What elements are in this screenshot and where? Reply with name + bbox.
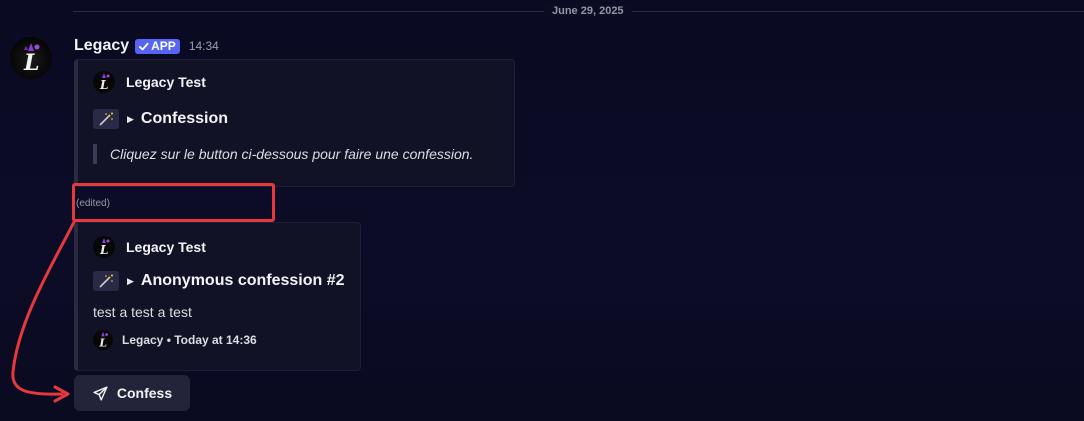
chat-view: June 29, 2025 L Legacy APP 14:34 L Legac…	[0, 0, 1084, 421]
paper-plane-icon	[93, 385, 108, 401]
annotation-arrow	[11, 220, 76, 403]
confess-button-label: Confess	[116, 385, 173, 401]
confess-button[interactable]: Confess	[74, 375, 190, 411]
